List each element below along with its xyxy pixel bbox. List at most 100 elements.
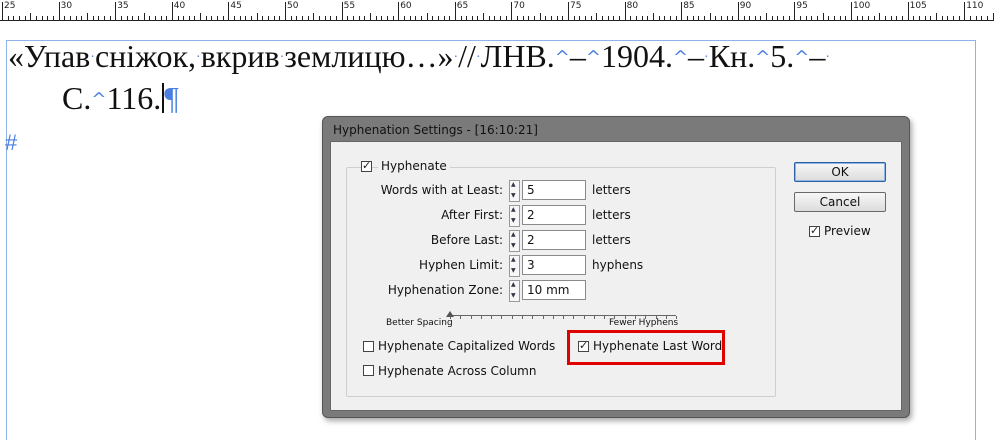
slider-tick	[604, 316, 606, 319]
hyphenate-across-column-checkbox[interactable]	[363, 365, 374, 376]
ruler-tick	[505, 16, 507, 20]
ruler-tick	[75, 16, 77, 20]
ruler-tick	[217, 16, 219, 20]
nonbreaking-space-icon: ^	[554, 47, 570, 68]
text-word: 5.	[770, 38, 795, 74]
ruler-tick	[879, 13, 881, 20]
ruler-tick	[602, 16, 603, 20]
words-min-stepper[interactable]: ▲ ▼	[509, 180, 520, 202]
ruler-tick	[494, 16, 496, 20]
ruler-label: 60	[400, 1, 412, 11]
ruler-tick	[800, 16, 802, 20]
after-first-label: After First:	[441, 208, 503, 222]
ruler-tick	[466, 16, 468, 20]
ruler-tick	[477, 16, 479, 20]
ruler-tick	[890, 16, 892, 20]
ruler-tick	[777, 16, 779, 20]
ruler-tick	[539, 13, 541, 20]
ruler-label: 100	[853, 1, 871, 11]
pilcrow-icon: ¶	[164, 80, 179, 116]
ok-button[interactable]: OK	[794, 162, 886, 182]
ruler-tick	[47, 16, 49, 20]
ruler-tick	[166, 16, 168, 20]
ruler-label: 90	[739, 1, 752, 11]
hyphenate-capitalized-checkbox[interactable]	[363, 341, 374, 352]
ruler-tick	[964, 2, 966, 20]
hyphen-limit-input[interactable]: 3	[522, 255, 586, 275]
before-last-stepper[interactable]: ▲ ▼	[509, 230, 520, 252]
ruler-tick	[205, 16, 207, 20]
ruler-tick	[392, 16, 394, 20]
hyphenate-checkbox[interactable]	[361, 159, 372, 172]
slider-thumb-icon[interactable]	[446, 311, 454, 317]
slider-tick	[521, 316, 523, 319]
ruler-tick	[511, 2, 513, 20]
after-first-unit: letters	[592, 208, 631, 222]
ruler-tick	[817, 16, 818, 20]
hyphen-limit-stepper[interactable]: ▲ ▼	[509, 255, 520, 277]
hyphenation-zone-stepper[interactable]: ▲ ▼	[509, 280, 520, 302]
ruler-tick	[737, 2, 739, 20]
ruler-tick	[81, 16, 83, 20]
slider-tick	[501, 316, 503, 319]
words-min-input[interactable]: 5	[522, 180, 586, 200]
ruler-tick	[652, 13, 654, 20]
ruler-tick	[828, 16, 830, 20]
page-frame-left	[6, 40, 7, 440]
ruler-tick	[771, 16, 773, 20]
ruler-tick	[330, 16, 332, 20]
ruler-tick	[290, 16, 292, 20]
hyphen-limit-unit: hyphens	[592, 258, 644, 272]
ruler-tick	[302, 16, 303, 20]
ruler-tick	[528, 16, 530, 20]
ruler-tick	[341, 2, 343, 20]
ruler-tick	[607, 16, 609, 20]
ruler-tick	[375, 16, 377, 20]
preview-checkbox[interactable]	[809, 224, 820, 237]
ruler-tick	[194, 16, 196, 20]
text-word: землицю…»	[284, 38, 454, 74]
ruler-tick	[500, 16, 502, 20]
ruler-tick	[273, 16, 275, 20]
ruler-tick	[36, 16, 37, 20]
ruler-tick	[58, 2, 60, 20]
hyphenation-zone-input[interactable]: 10 mm	[522, 280, 586, 300]
ruler-tick	[188, 16, 190, 20]
slider-tick	[532, 316, 534, 319]
ruler-tick	[24, 16, 26, 20]
ruler-tick	[369, 13, 371, 20]
ruler-tick	[896, 16, 898, 20]
ruler-tick	[556, 16, 558, 20]
space-marker: ·	[475, 50, 481, 65]
ruler-tick	[590, 16, 592, 20]
text-word: ЛНВ.	[480, 38, 555, 74]
ruler-tick	[703, 16, 705, 20]
after-first-stepper[interactable]: ▲ ▼	[509, 205, 520, 227]
text-word: 116.	[106, 80, 162, 116]
document-text-line-1[interactable]: «Упав·сніжок,·вкрив·землицю…»·//·ЛНВ.^–^…	[8, 38, 830, 82]
dialog-title[interactable]: Hyphenation Settings - [16:10:21]	[333, 123, 538, 137]
ruler-label: 85	[683, 1, 695, 11]
ruler-tick	[754, 16, 756, 20]
slider-tick	[573, 316, 575, 319]
ruler-tick	[98, 16, 100, 20]
ruler-tick	[873, 16, 875, 20]
ruler-tick	[420, 16, 422, 20]
document-text-line-2[interactable]: С.^116.¶	[62, 80, 179, 122]
after-first-input[interactable]: 2	[522, 205, 586, 225]
ruler-tick	[851, 2, 852, 20]
ruler-tick	[969, 16, 971, 20]
hyphenate-label: Hyphenate	[378, 159, 450, 173]
ruler-tick	[551, 16, 552, 20]
ruler-tick	[675, 16, 677, 20]
cancel-button[interactable]: Cancel	[794, 192, 886, 212]
ruler-tick	[981, 16, 983, 20]
ruler-tick	[381, 16, 383, 20]
ruler-tick	[222, 16, 224, 20]
ruler-tick	[941, 16, 943, 20]
ruler-tick	[171, 2, 173, 20]
fewer-hyphens-label: Fewer Hyphens	[609, 318, 679, 328]
ruler-tick	[154, 16, 156, 20]
before-last-input[interactable]: 2	[522, 230, 586, 250]
ruler-tick	[488, 16, 490, 20]
